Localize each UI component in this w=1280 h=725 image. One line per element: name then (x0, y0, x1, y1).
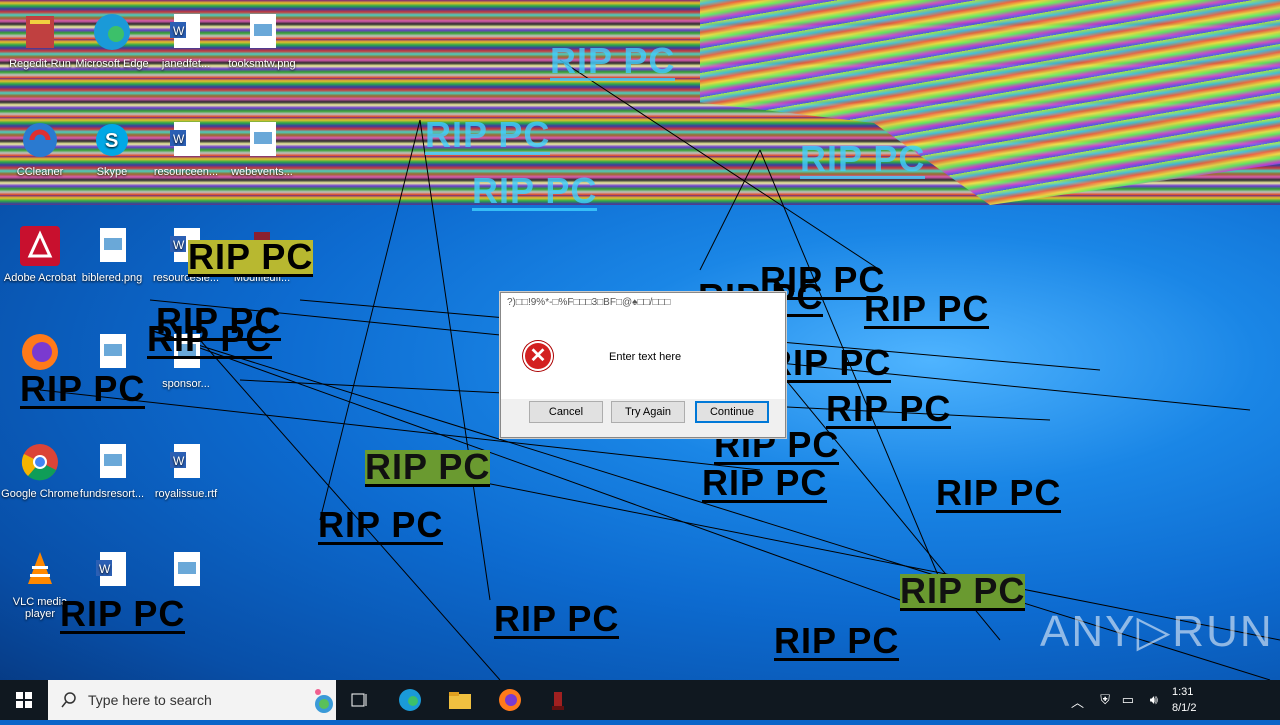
search-icon (61, 692, 76, 708)
word-doc-icon: W (164, 118, 208, 162)
svg-text:S: S (105, 130, 118, 152)
desktop-icon-resourceen[interactable]: W resourceen... (146, 118, 226, 178)
desktop-icon-label: sponsor... (162, 378, 210, 390)
volume-icon[interactable]: 🔊︎ (1150, 692, 1158, 708)
desktop-icon-label: tooksmtw.png (228, 58, 296, 70)
desktop-icon-label: CCleaner (16, 166, 64, 178)
desktop-icon-label: royalissue.rtf (154, 488, 218, 500)
edge-taskbar-icon[interactable] (396, 686, 424, 714)
svg-text:W: W (173, 238, 185, 252)
rip-pc-overlay: RIP PC (550, 40, 676, 81)
rip-pc-overlay: RIP PC (425, 114, 551, 155)
desktop-icon-mediafile[interactable]: W (72, 548, 152, 596)
rip-pc-overlay: RIP PC (800, 138, 926, 179)
chevron-up-icon[interactable]: ︿ (1071, 692, 1084, 711)
desktop-icon-skype[interactable]: S Skype (72, 118, 152, 178)
image-file-icon (90, 440, 134, 484)
desktop-icon-label: Skype (96, 166, 128, 178)
taskbar: Type here to search ︿ ⛨ ▭ 🔊︎ 1:31 8/1/2 (0, 680, 1280, 720)
chrome-icon (18, 440, 62, 484)
rip-pc-overlay: RIP PC (20, 368, 146, 409)
rip-pc-overlay: RIP PC (60, 593, 186, 634)
file-explorer-icon[interactable] (446, 686, 474, 714)
firefox-taskbar-icon[interactable] (496, 686, 524, 714)
rip-pc-overlay: RIP PC (936, 472, 1062, 513)
rip-pc-overlay: RIP PC (900, 570, 1026, 611)
svg-text:W: W (173, 454, 185, 468)
clock-time: 1:31 (1172, 686, 1194, 698)
search-placeholder: Type here to search (88, 692, 212, 708)
malware-taskbar-icon[interactable] (544, 686, 572, 714)
error-dialog[interactable]: ?)□□!9%*-□%F□□□3□BF□@♠□□/□□□ ✕ Enter tex… (500, 292, 786, 438)
desktop-icon-tooksmtw[interactable]: tooksmtw.png (222, 10, 302, 70)
rip-pc-overlay: RIP PC (864, 288, 990, 329)
word-doc-icon: W (164, 10, 208, 54)
edge-icon (90, 10, 134, 54)
rip-pc-overlay: RIP PC (147, 318, 273, 359)
svg-text:W: W (173, 132, 185, 146)
windows-logo-icon (16, 692, 32, 708)
desktop-icon-regedit[interactable]: Regedit-Run (0, 10, 80, 70)
start-button[interactable] (0, 680, 48, 720)
defender-icon[interactable]: ⛨ (1100, 692, 1110, 708)
rip-pc-overlay: RIP PC (472, 170, 598, 211)
desktop-icon-statusp[interactable] (146, 548, 226, 596)
vlc-icon (18, 548, 62, 592)
acrobat-icon (18, 224, 62, 268)
svg-text:W: W (173, 24, 185, 38)
desktop-icon-label: fundsresort... (79, 488, 145, 500)
desktop-icon-label: resourceen... (153, 166, 219, 178)
anyrun-watermark: ANY▷RUN (1040, 607, 1274, 656)
network-icon[interactable]: ▭ (1122, 692, 1134, 708)
rip-pc-overlay: RIP PC (702, 462, 828, 503)
task-view-icon[interactable] (346, 686, 374, 714)
image-file-icon (90, 224, 134, 268)
desktop-icon-webevents[interactable]: webevents... (222, 118, 302, 178)
dialog-buttons: Cancel Try Again Continue (501, 391, 785, 437)
rip-pc-overlay: RIP PC (774, 620, 900, 661)
desktop-icon-biblered[interactable]: biblered.png (72, 224, 152, 284)
try-again-button[interactable]: Try Again (611, 401, 685, 423)
svg-text:W: W (99, 562, 111, 576)
desktop-icon-label: janedfet... (161, 58, 211, 70)
rip-pc-overlay: RIP PC (318, 504, 444, 545)
desktop-icon-edge[interactable]: Microsoft Edge (72, 10, 152, 70)
desktop-icon-label: biblered.png (81, 272, 143, 284)
desktop-icon-ccleaner[interactable]: CCleaner (0, 118, 80, 178)
desktop-icon-acrobat[interactable]: Adobe Acrobat (0, 224, 80, 284)
image-file-icon (240, 118, 284, 162)
dialog-message: Enter text here (609, 351, 682, 363)
taskbar-search-box[interactable]: Type here to search (48, 680, 336, 720)
ccleaner-icon (18, 118, 62, 162)
word-doc-icon: W (164, 440, 208, 484)
desktop-icon-label: Microsoft Edge (75, 58, 149, 70)
desktop-icon-label: Google Chrome (1, 488, 79, 500)
desktop-icon-chrome[interactable]: Google Chrome (0, 440, 80, 500)
rip-pc-overlay: RIP PC (188, 236, 314, 277)
skype-icon: S (90, 118, 134, 162)
rip-pc-overlay: RIP PC (365, 446, 491, 487)
continue-button[interactable]: Continue (695, 401, 769, 423)
dialog-title: ?)□□!9%*-□%F□□□3□BF□@♠□□/□□□ (501, 293, 785, 323)
clock[interactable]: 1:31 8/1/2 (1172, 684, 1196, 716)
desktop-icon-label: Adobe Acrobat (3, 272, 77, 284)
cancel-button[interactable]: Cancel (529, 401, 603, 423)
search-highlight-icon (315, 689, 333, 713)
image-file-icon (164, 548, 208, 592)
desktop-icon-label: webevents... (231, 166, 293, 178)
desktop-icon-fundsresort[interactable]: fundsresort... (72, 440, 152, 500)
desktop-icon-royalissue[interactable]: W royalissue.rtf (146, 440, 226, 500)
desktop[interactable]: Regedit-Run Microsoft Edge W janedfet...… (0, 0, 1280, 680)
dialog-body: ✕ Enter text here (501, 323, 785, 399)
error-icon: ✕ (523, 341, 553, 371)
image-file-icon (240, 10, 284, 54)
word-doc-icon: W (90, 548, 134, 592)
app-icon (18, 10, 62, 54)
rip-pc-overlay: RIP PC (826, 388, 952, 429)
clock-date: 8/1/2 (1172, 702, 1197, 714)
desktop-icon-janedfet[interactable]: W janedfet... (146, 10, 226, 70)
rip-pc-overlay: RIP PC (494, 598, 620, 639)
desktop-icon-label: Regedit-Run (9, 58, 71, 70)
